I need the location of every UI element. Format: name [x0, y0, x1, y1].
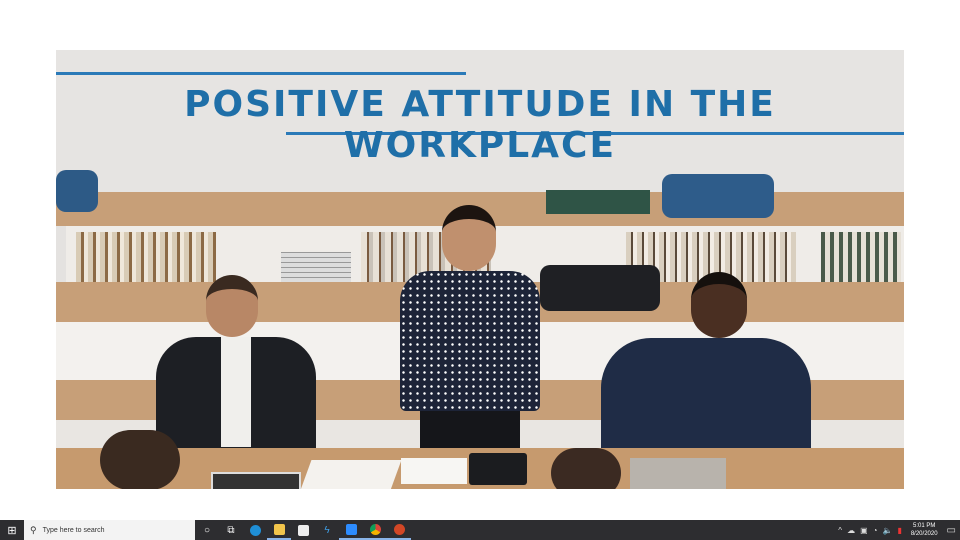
table: [56, 430, 904, 489]
volume-icon[interactable]: 🔈: [882, 526, 892, 535]
woman-center: [400, 205, 540, 451]
clock[interactable]: 5:01 PM 8/20/2020: [911, 522, 938, 538]
taskbar: ⊞ ⚲ Type here to search ○ ⧉ ϟ ^ ☁ ▣ ◔ 🔈 …: [0, 520, 960, 540]
network-icon[interactable]: ◔: [873, 526, 878, 535]
system-tray: ^ ☁ ▣ ◔ 🔈 ▮ 5:01 PM 8/20/2020 ▭: [838, 522, 960, 538]
language-icon[interactable]: ▮: [897, 526, 901, 535]
file-explorer-icon[interactable]: [267, 520, 291, 540]
edge-icon[interactable]: [243, 520, 267, 540]
start-button[interactable]: ⊞: [0, 520, 24, 540]
vscode-icon[interactable]: ϟ: [315, 520, 339, 540]
slide: POSITIVE ATTITUDE IN THE WORKPLACE: [56, 50, 904, 489]
chrome-icon[interactable]: [363, 520, 387, 540]
powerpoint-icon[interactable]: [387, 520, 411, 540]
chevron-up-icon[interactable]: ^: [838, 526, 842, 535]
security-icon[interactable]: ▣: [860, 526, 868, 535]
windows-icon: ⊞: [7, 524, 17, 537]
green-book: [546, 190, 650, 214]
pillow: [662, 174, 774, 218]
slide-title: POSITIVE ATTITUDE IN THE WORKPLACE: [184, 84, 776, 166]
man-left: [156, 275, 316, 455]
onedrive-icon[interactable]: ☁: [847, 526, 855, 535]
pillow: [56, 170, 98, 212]
notification-icon[interactable]: ▭: [947, 525, 956, 536]
store-icon[interactable]: [291, 520, 315, 540]
man-right: [601, 272, 811, 457]
search-box[interactable]: ⚲ Type here to search: [24, 520, 195, 540]
time: 5:01 PM: [913, 523, 936, 529]
date: 8/20/2020: [910, 531, 938, 537]
search-placeholder: Type here to search: [42, 526, 105, 534]
zoom-icon[interactable]: [339, 520, 363, 540]
cortana-icon[interactable]: ○: [195, 520, 219, 540]
search-icon: ⚲: [30, 524, 37, 535]
task-view-icon[interactable]: ⧉: [219, 520, 243, 540]
title-line-top: [56, 72, 466, 75]
